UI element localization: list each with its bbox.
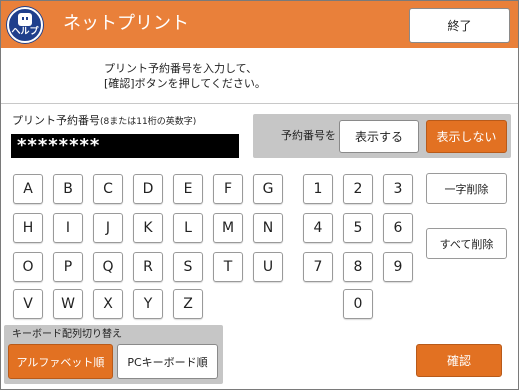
key-n[interactable]: N bbox=[253, 213, 283, 243]
key-w[interactable]: W bbox=[53, 289, 83, 319]
key-q[interactable]: Q bbox=[93, 252, 123, 282]
key-y[interactable]: Y bbox=[133, 289, 163, 319]
help-label: ヘルプ bbox=[11, 27, 39, 37]
key-x[interactable]: X bbox=[93, 289, 123, 319]
key-r[interactable]: R bbox=[133, 252, 163, 282]
show-number-button[interactable]: 表示する bbox=[339, 120, 419, 153]
number-input[interactable]: ******** bbox=[11, 134, 239, 158]
instruction-line-2: [確認]ボタンを押してください。 bbox=[104, 77, 266, 90]
key-p[interactable]: P bbox=[53, 252, 83, 282]
key-u[interactable]: U bbox=[253, 252, 283, 282]
key-1[interactable]: 1 bbox=[303, 174, 333, 204]
end-button[interactable]: 終了 bbox=[409, 8, 510, 43]
confirm-button[interactable]: 確認 bbox=[416, 344, 502, 377]
key-f[interactable]: F bbox=[213, 174, 243, 204]
delete-all-button[interactable]: すべて削除 bbox=[426, 228, 507, 259]
key-a[interactable]: A bbox=[13, 174, 43, 204]
divider bbox=[1, 103, 518, 104]
key-2[interactable]: 2 bbox=[343, 174, 373, 204]
key-6[interactable]: 6 bbox=[383, 213, 413, 243]
keyboard-switch-title: キーボード配列切り替え bbox=[12, 329, 122, 340]
header-bar: ヘルプ ネットプリント 終了 bbox=[1, 1, 518, 48]
key-8[interactable]: 8 bbox=[343, 252, 373, 282]
key-g[interactable]: G bbox=[253, 174, 283, 204]
instructions: プリント予約番号を入力して、 [確認]ボタンを押してください。 bbox=[104, 61, 266, 91]
key-i[interactable]: I bbox=[53, 213, 83, 243]
key-e[interactable]: E bbox=[173, 174, 203, 204]
hide-number-button[interactable]: 表示しない bbox=[426, 120, 507, 153]
number-field-label: プリント予約番号(8または11桁の英数字) bbox=[12, 114, 196, 129]
visibility-panel: 予約番号を 表示する 表示しない bbox=[253, 114, 511, 158]
app-title: ネットプリント bbox=[63, 13, 189, 34]
key-l[interactable]: L bbox=[173, 213, 203, 243]
number-label-text: プリント予約番号 bbox=[12, 114, 100, 127]
delete-one-button[interactable]: 一字削除 bbox=[426, 173, 507, 204]
key-b[interactable]: B bbox=[53, 174, 83, 204]
key-d[interactable]: D bbox=[133, 174, 163, 204]
alphabet-order-button[interactable]: アルファベット順 bbox=[8, 344, 113, 379]
key-s[interactable]: S bbox=[173, 252, 203, 282]
key-z[interactable]: Z bbox=[173, 289, 203, 319]
key-9[interactable]: 9 bbox=[383, 252, 413, 282]
key-7[interactable]: 7 bbox=[303, 252, 333, 282]
help-button[interactable]: ヘルプ bbox=[7, 7, 43, 43]
key-j[interactable]: J bbox=[93, 213, 123, 243]
number-label-hint: (8または11桁の英数字) bbox=[100, 117, 197, 127]
key-t[interactable]: T bbox=[213, 252, 243, 282]
key-4[interactable]: 4 bbox=[303, 213, 333, 243]
key-c[interactable]: C bbox=[93, 174, 123, 204]
pc-keyboard-order-button[interactable]: PCキーボード順 bbox=[117, 344, 218, 379]
key-m[interactable]: M bbox=[213, 213, 243, 243]
key-5[interactable]: 5 bbox=[343, 213, 373, 243]
key-3[interactable]: 3 bbox=[383, 174, 413, 204]
keyboard-switch-panel: キーボード配列切り替え アルファベット順 PCキーボード順 bbox=[4, 325, 223, 384]
key-v[interactable]: V bbox=[13, 289, 43, 319]
instruction-line-1: プリント予約番号を入力して、 bbox=[104, 62, 258, 75]
visibility-label: 予約番号を bbox=[281, 129, 336, 142]
help-icon bbox=[18, 13, 32, 26]
key-k[interactable]: K bbox=[133, 213, 163, 243]
key-h[interactable]: H bbox=[13, 213, 43, 243]
key-0[interactable]: 0 bbox=[343, 289, 373, 319]
key-o[interactable]: O bbox=[13, 252, 43, 282]
